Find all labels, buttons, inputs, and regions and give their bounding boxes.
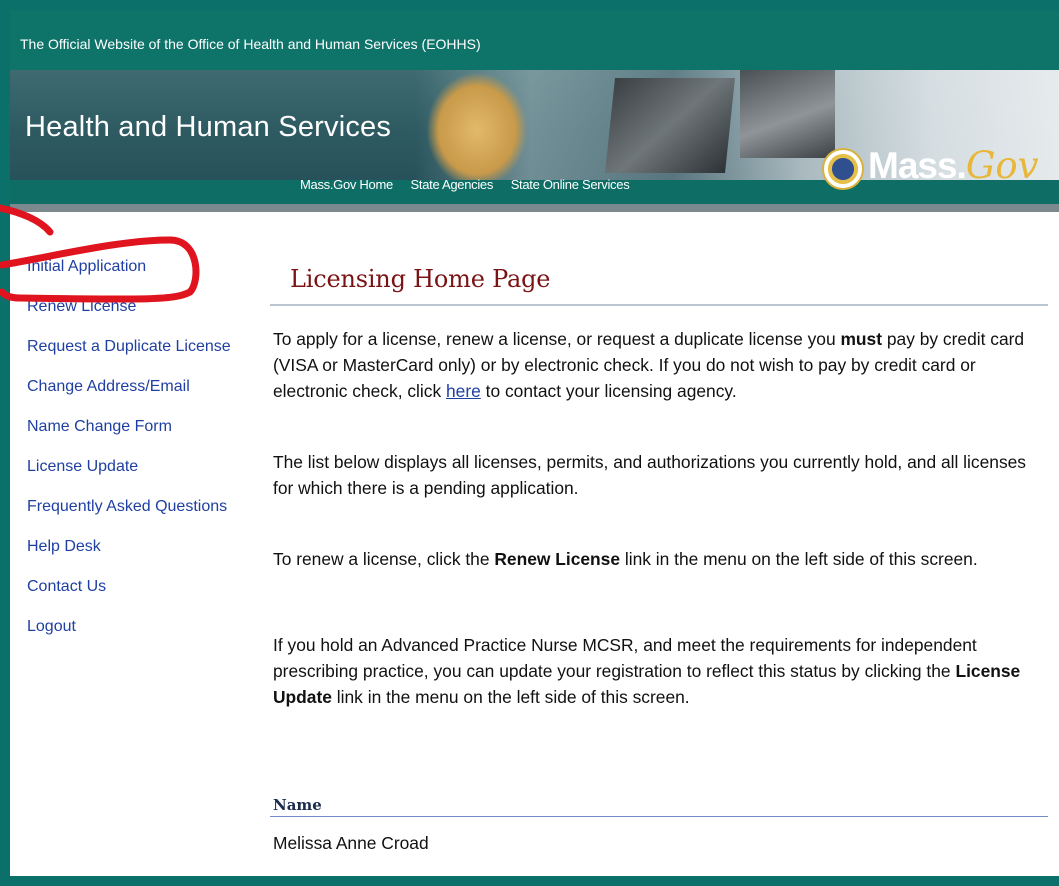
update-text-end: link in the menu on the left side of thi… — [331, 687, 690, 707]
xray-image-icon — [605, 78, 735, 173]
renew-instructions: To renew a license, click the Renew Lice… — [273, 546, 1051, 572]
massgov-logo-main: Mass. — [868, 145, 967, 186]
sidebar-item-name-change-form[interactable]: Name Change Form — [27, 418, 172, 436]
main-content: Licensing Home Page To apply for a licen… — [260, 212, 1059, 876]
sidebar-item-contact-us[interactable]: Contact Us — [27, 578, 106, 596]
sidebar-item-faq[interactable]: Frequently Asked Questions — [27, 498, 227, 516]
official-site-bar: The Official Website of the Office of He… — [10, 10, 1059, 70]
license-list-description: The list below displays all licenses, pe… — [273, 452, 1027, 498]
official-site-text: The Official Website of the Office of He… — [20, 36, 481, 52]
renew-license-emphasis: Renew License — [494, 549, 621, 569]
sidebar-item-help-desk[interactable]: Help Desk — [27, 538, 101, 556]
renew-text: To renew a license, click the — [273, 549, 495, 569]
sidebar-menu: Initial Application Renew License Reques… — [10, 212, 250, 876]
here-link[interactable]: here — [446, 381, 481, 401]
massachusetts-seal-icon — [822, 148, 864, 190]
name-column-header: Name — [273, 796, 322, 814]
update-text: If you hold an Advanced Practice Nurse M… — [273, 635, 977, 681]
massgov-logo[interactable]: Mass.Gov — [868, 144, 1039, 187]
sidebar-item-initial-application[interactable]: Initial Application — [27, 258, 146, 276]
licensee-name: Melissa Anne Croad — [273, 833, 429, 853]
nav-massgov-home[interactable]: Mass.Gov Home — [300, 177, 393, 192]
top-navigation: Mass.Gov Home State Agencies State Onlin… — [300, 177, 643, 192]
page-frame: The Official Website of the Office of He… — [10, 10, 1059, 876]
name-divider — [270, 816, 1048, 817]
sidebar-item-request-duplicate-license[interactable]: Request a Duplicate License — [27, 338, 231, 356]
payment-text-end: to contact your licensing agency. — [480, 381, 737, 401]
page-title: Licensing Home Page — [290, 265, 551, 293]
must-emphasis: must — [840, 329, 883, 349]
nav-state-agencies[interactable]: State Agencies — [411, 177, 494, 192]
renew-text-end: link in the menu on the left side of thi… — [620, 549, 978, 569]
sidebar-item-change-address-email[interactable]: Change Address/Email — [27, 378, 190, 396]
site-title: Health and Human Services — [25, 111, 392, 143]
xray-image-icon — [740, 70, 835, 158]
massgov-logo-accent: Gov — [965, 144, 1039, 187]
sidebar-item-logout[interactable]: Logout — [27, 618, 76, 636]
nav-state-online-services[interactable]: State Online Services — [511, 177, 630, 192]
payment-text: To apply for a license, renew a license,… — [273, 329, 841, 349]
header-banner: Health and Human Services Mass.Gov Home … — [10, 70, 1059, 204]
payment-instructions: To apply for a license, renew a license,… — [273, 326, 1051, 404]
sidebar-item-renew-license[interactable]: Renew License — [27, 298, 136, 316]
license-update-instructions: If you hold an Advanced Practice Nurse M… — [273, 632, 1051, 710]
sidebar-item-license-update[interactable]: License Update — [27, 458, 138, 476]
header-divider — [10, 204, 1059, 212]
title-divider — [270, 304, 1048, 306]
